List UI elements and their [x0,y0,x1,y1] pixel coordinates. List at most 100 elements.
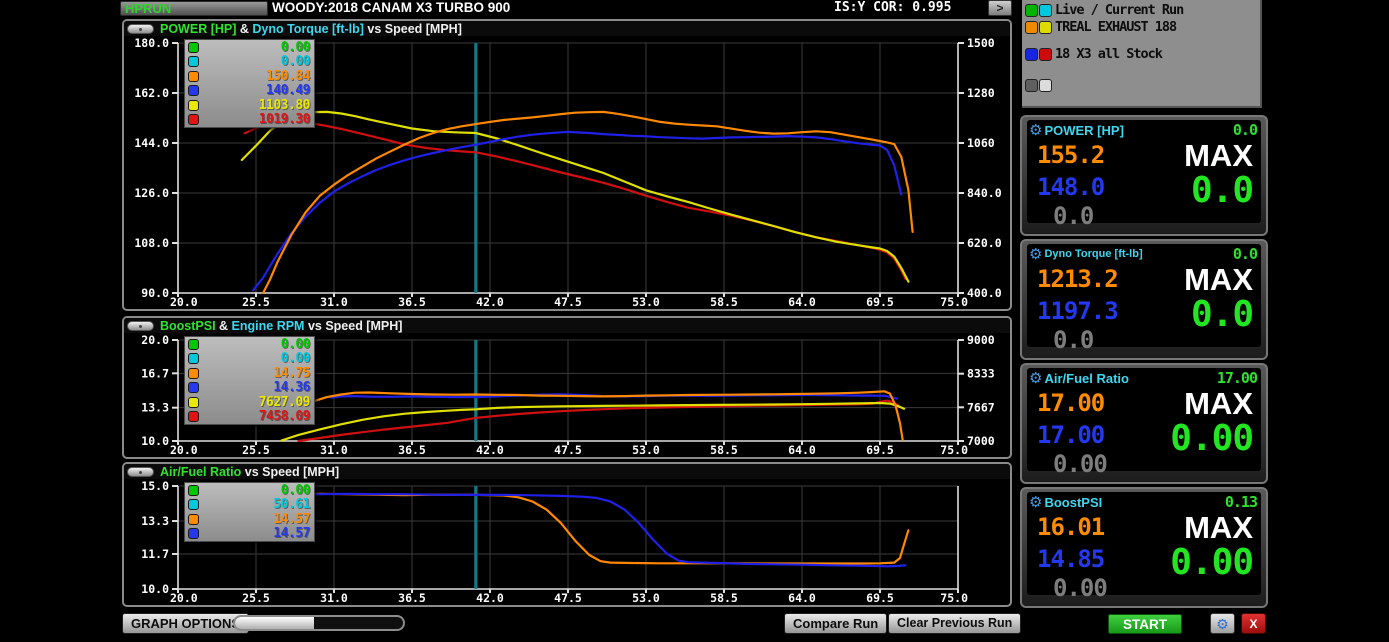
chart-plot-area[interactable]: 180.0162.0144.0126.0108.090.015001280106… [124,37,1010,309]
series-color-swatch [188,528,199,539]
clear-previous-run-button[interactable]: Clear Previous Run [888,613,1021,634]
series-cursor-value: 140.49 [199,83,314,98]
chart-legend-row: 14.75 [185,366,314,381]
series-color-swatch [188,71,199,82]
series-color-swatch [188,514,199,525]
start-button[interactable]: START [1108,614,1182,634]
axis-tick-label: 25.5 [242,443,270,457]
chart-title-segment: & [216,319,232,333]
series-power-stock-blue [253,132,901,290]
chart-legend-row: 1019.30 [185,113,314,128]
chart-collapse-button[interactable] [127,24,154,34]
series-cursor-value: 0.00 [199,54,314,69]
chart-collapse-button[interactable] [127,321,154,331]
axis-tick-label: 1280 [967,86,995,100]
compare-run-button[interactable]: Compare Run [784,613,887,634]
chart-title-segment: vs Speed [MPH] [241,465,339,479]
gauge-max-label: MAX [1184,138,1253,174]
axis-tick-label: 15.0 [141,480,169,493]
gauge-live-max: 0.00 [1170,542,1253,583]
gauge-screen: ⚙ POWER [HP] 0.0 155.2 MAX 148.0 0.0 0.0 [1027,120,1261,223]
gauge-run2-max: 1197.3 [1037,297,1118,325]
chart-legend-row: 0.00 [185,352,314,367]
axis-tick-label: 1060 [967,136,995,150]
gear-icon[interactable]: ⚙ [1029,371,1042,386]
app-logo-button[interactable]: HPRUN [120,1,268,16]
gauge-run2-max: 17.00 [1037,421,1104,449]
chart-legend-row: 14.57 [185,527,314,542]
axis-tick-label: 31.0 [320,591,348,605]
axis-tick-label: 13.3 [141,514,169,528]
series-color-swatch [188,85,199,96]
chart-legend-row: 1103.80 [185,98,314,113]
axis-tick-label: 42.0 [476,591,504,605]
gauge-max-label: MAX [1184,386,1253,422]
series-torque-stock-red [245,121,906,279]
axis-tick-label: 47.5 [554,443,582,457]
series-color-swatch [188,499,199,510]
axis-tick-label: 42.0 [476,295,504,309]
axis-tick-label: 69.5 [866,443,894,457]
chart-plot-area[interactable]: 20.016.713.310.0900083337667700020.025.5… [124,334,1010,457]
series-cursor-value: 7458.09 [199,409,314,424]
chart-power-torque: POWER [HP] & Dyno Torque [ft-lb] vs Spee… [122,19,1012,311]
axis-tick-label: 69.5 [866,295,894,309]
axis-tick-label: 8333 [967,367,995,381]
gauge-current-value: 0.0 [1233,245,1257,263]
gauge-current-value: 17.00 [1217,369,1257,387]
chart-title: POWER [HP] & Dyno Torque [ft-lb] vs Spee… [160,22,462,36]
axis-tick-label: 620.0 [967,236,1002,250]
gauge-max-label: MAX [1184,262,1253,298]
axis-tick-label: 9000 [967,334,995,347]
app-window: HPRUN WOODY:2018 CANAM X3 TURBO 900 IS:Y… [0,0,1389,642]
chart-legend-row: 0.00 [185,337,314,352]
gauge-current-value: 0.0 [1233,121,1257,139]
axis-tick-label: 42.0 [476,443,504,457]
series-color-swatch [188,339,199,350]
graph-options-button[interactable]: GRAPH OPTIONS [122,613,249,634]
settings-gear-button[interactable]: ⚙ [1210,613,1235,634]
series-cursor-value: 14.57 [199,526,314,541]
series-color-swatch [188,100,199,111]
axis-tick-label: 58.5 [710,591,738,605]
series-color-swatch [188,368,199,379]
series-color-swatch [188,353,199,364]
gauge-live-max: 0.0 [1191,294,1253,335]
series-cursor-value: 1103.80 [199,98,314,113]
legend-label: Live / Current Run [1055,2,1183,18]
axis-tick-label: 144.0 [134,136,169,150]
series-power-treal-orange [263,112,913,293]
series-cursor-value: 0.00 [199,351,314,366]
gear-icon[interactable]: ⚙ [1029,495,1042,510]
close-button[interactable]: X [1241,613,1266,634]
axis-tick-label: 53.0 [632,443,660,457]
axis-tick-label: 36.5 [398,591,426,605]
axis-tick-label: 162.0 [134,86,169,100]
progress-bar-fill [235,617,314,629]
axis-tick-label: 64.0 [788,443,816,457]
run-title: WOODY:2018 CANAM X3 TURBO 900 [272,0,510,15]
axis-tick-label: 7667 [967,400,995,414]
gauge-run1-max: 1213.2 [1037,265,1118,293]
chart-plot-area[interactable]: 15.013.311.710.020.025.531.036.542.047.5… [124,480,1010,605]
expand-legend-button[interactable]: > [988,0,1012,16]
gear-icon[interactable]: ⚙ [1029,247,1042,262]
gear-icon[interactable]: ⚙ [1029,123,1042,138]
legend-label: TREAL EXHAUST 188 [1055,19,1176,35]
axis-tick-label: 20.0 [170,295,198,309]
chart-title-segment: POWER [HP] [160,22,236,36]
gauge-live-max: 0.0 [1191,170,1253,211]
axis-tick-label: 75.0 [940,591,968,605]
series-color-swatch [188,42,199,53]
chart-value-legend: 0.000.0014.7514.367627.097458.09 [184,336,315,425]
chart-collapse-button[interactable] [127,467,154,477]
axis-tick-label: 10.0 [141,582,169,596]
chart-title-segment: vs Speed [MPH] [304,319,402,333]
chart-legend-row: 0.00 [185,40,314,55]
chart-header: BoostPSI & Engine RPM vs Speed [MPH] [124,318,1010,333]
axis-tick-label: 1500 [967,37,995,50]
chart-legend-row: 14.36 [185,381,314,396]
chart-title-segment: Engine RPM [232,319,305,333]
gauge-live-max: 0.00 [1170,418,1253,459]
axis-tick-label: 47.5 [554,295,582,309]
